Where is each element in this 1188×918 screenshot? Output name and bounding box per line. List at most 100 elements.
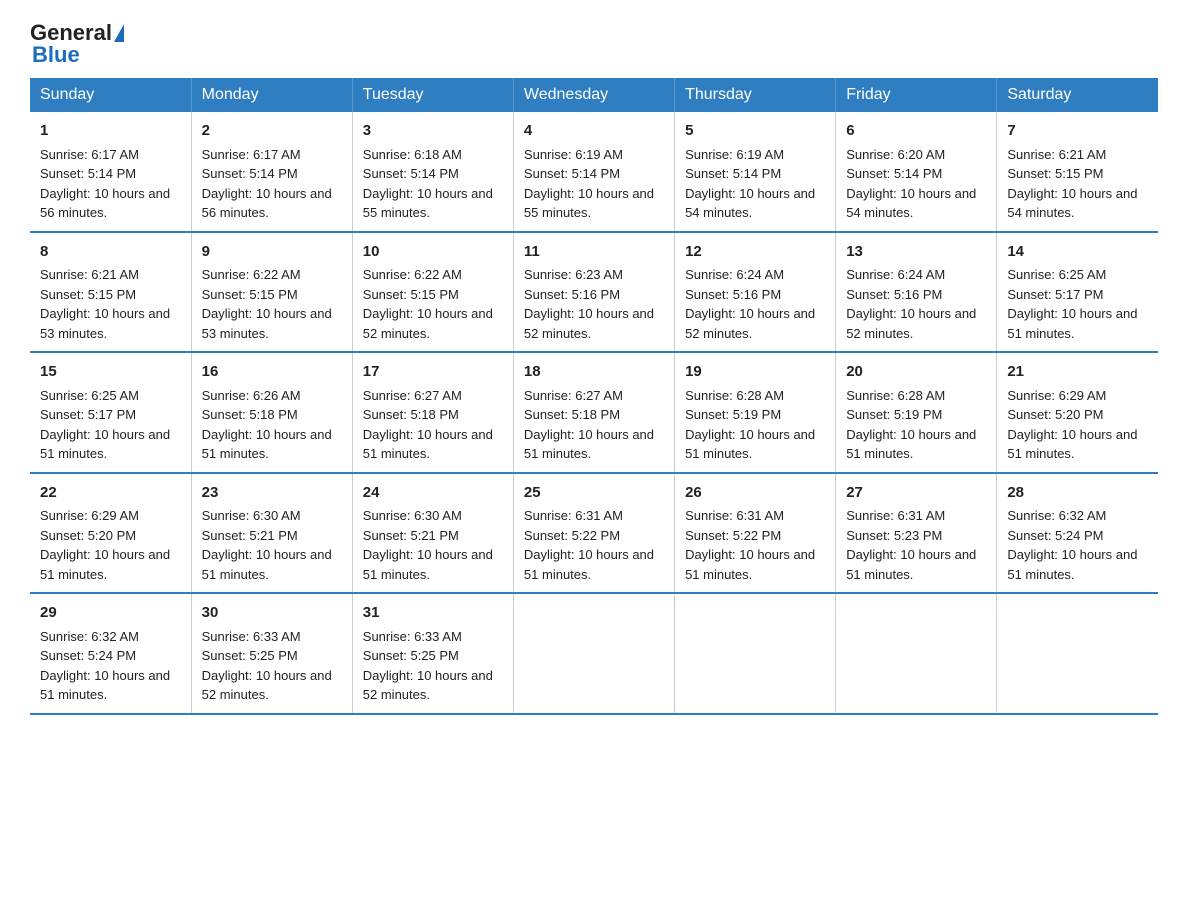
day-info: Sunrise: 6:30 AMSunset: 5:21 PMDaylight:… [363,508,493,582]
day-number: 14 [1007,241,1148,264]
day-number: 6 [846,120,986,143]
day-info: Sunrise: 6:21 AMSunset: 5:15 PMDaylight:… [1007,147,1137,221]
day-info: Sunrise: 6:29 AMSunset: 5:20 PMDaylight:… [40,508,170,582]
day-number: 12 [685,241,825,264]
calendar-day-cell: 31 Sunrise: 6:33 AMSunset: 5:25 PMDaylig… [352,593,513,714]
day-info: Sunrise: 6:20 AMSunset: 5:14 PMDaylight:… [846,147,976,221]
day-number: 25 [524,482,664,505]
day-info: Sunrise: 6:31 AMSunset: 5:23 PMDaylight:… [846,508,976,582]
calendar-day-cell [675,593,836,714]
weekday-header-thursday: Thursday [675,78,836,112]
day-number: 21 [1007,361,1148,384]
calendar-week-row: 1 Sunrise: 6:17 AMSunset: 5:14 PMDayligh… [30,112,1158,232]
calendar-day-cell: 19 Sunrise: 6:28 AMSunset: 5:19 PMDaylig… [675,352,836,473]
logo-triangle-icon [114,24,124,42]
calendar-week-row: 15 Sunrise: 6:25 AMSunset: 5:17 PMDaylig… [30,352,1158,473]
calendar-table: SundayMondayTuesdayWednesdayThursdayFrid… [30,78,1158,715]
calendar-day-cell: 20 Sunrise: 6:28 AMSunset: 5:19 PMDaylig… [836,352,997,473]
day-info: Sunrise: 6:24 AMSunset: 5:16 PMDaylight:… [685,267,815,341]
day-number: 30 [202,602,342,625]
day-number: 31 [363,602,503,625]
day-number: 16 [202,361,342,384]
weekday-header-sunday: Sunday [30,78,191,112]
day-info: Sunrise: 6:25 AMSunset: 5:17 PMDaylight:… [40,388,170,462]
weekday-header-row: SundayMondayTuesdayWednesdayThursdayFrid… [30,78,1158,112]
day-info: Sunrise: 6:26 AMSunset: 5:18 PMDaylight:… [202,388,332,462]
calendar-day-cell: 21 Sunrise: 6:29 AMSunset: 5:20 PMDaylig… [997,352,1158,473]
calendar-week-row: 8 Sunrise: 6:21 AMSunset: 5:15 PMDayligh… [30,232,1158,353]
day-number: 28 [1007,482,1148,505]
day-number: 22 [40,482,181,505]
day-info: Sunrise: 6:23 AMSunset: 5:16 PMDaylight:… [524,267,654,341]
day-info: Sunrise: 6:28 AMSunset: 5:19 PMDaylight:… [846,388,976,462]
calendar-day-cell: 5 Sunrise: 6:19 AMSunset: 5:14 PMDayligh… [675,112,836,232]
calendar-day-cell: 18 Sunrise: 6:27 AMSunset: 5:18 PMDaylig… [513,352,674,473]
day-number: 2 [202,120,342,143]
calendar-day-cell: 15 Sunrise: 6:25 AMSunset: 5:17 PMDaylig… [30,352,191,473]
calendar-day-cell [836,593,997,714]
day-number: 5 [685,120,825,143]
weekday-header-tuesday: Tuesday [352,78,513,112]
day-info: Sunrise: 6:28 AMSunset: 5:19 PMDaylight:… [685,388,815,462]
calendar-day-cell: 28 Sunrise: 6:32 AMSunset: 5:24 PMDaylig… [997,473,1158,594]
day-number: 9 [202,241,342,264]
calendar-day-cell: 25 Sunrise: 6:31 AMSunset: 5:22 PMDaylig… [513,473,674,594]
day-number: 24 [363,482,503,505]
day-info: Sunrise: 6:22 AMSunset: 5:15 PMDaylight:… [363,267,493,341]
day-info: Sunrise: 6:17 AMSunset: 5:14 PMDaylight:… [202,147,332,221]
weekday-header-wednesday: Wednesday [513,78,674,112]
weekday-header-friday: Friday [836,78,997,112]
day-number: 8 [40,241,181,264]
day-info: Sunrise: 6:25 AMSunset: 5:17 PMDaylight:… [1007,267,1137,341]
day-number: 19 [685,361,825,384]
weekday-header-saturday: Saturday [997,78,1158,112]
day-info: Sunrise: 6:17 AMSunset: 5:14 PMDaylight:… [40,147,170,221]
calendar-week-row: 29 Sunrise: 6:32 AMSunset: 5:24 PMDaylig… [30,593,1158,714]
page-header: General Blue [30,20,1158,68]
logo-blue-text: Blue [30,42,80,68]
day-number: 27 [846,482,986,505]
day-info: Sunrise: 6:33 AMSunset: 5:25 PMDaylight:… [202,629,332,703]
calendar-day-cell: 2 Sunrise: 6:17 AMSunset: 5:14 PMDayligh… [191,112,352,232]
calendar-day-cell [997,593,1158,714]
day-number: 7 [1007,120,1148,143]
day-number: 13 [846,241,986,264]
day-number: 4 [524,120,664,143]
day-number: 11 [524,241,664,264]
calendar-day-cell: 17 Sunrise: 6:27 AMSunset: 5:18 PMDaylig… [352,352,513,473]
day-number: 23 [202,482,342,505]
calendar-day-cell: 16 Sunrise: 6:26 AMSunset: 5:18 PMDaylig… [191,352,352,473]
calendar-day-cell: 27 Sunrise: 6:31 AMSunset: 5:23 PMDaylig… [836,473,997,594]
day-info: Sunrise: 6:27 AMSunset: 5:18 PMDaylight:… [524,388,654,462]
calendar-day-cell: 10 Sunrise: 6:22 AMSunset: 5:15 PMDaylig… [352,232,513,353]
calendar-day-cell: 30 Sunrise: 6:33 AMSunset: 5:25 PMDaylig… [191,593,352,714]
calendar-day-cell: 26 Sunrise: 6:31 AMSunset: 5:22 PMDaylig… [675,473,836,594]
day-info: Sunrise: 6:18 AMSunset: 5:14 PMDaylight:… [363,147,493,221]
weekday-header-monday: Monday [191,78,352,112]
logo: General Blue [30,20,124,68]
calendar-day-cell: 4 Sunrise: 6:19 AMSunset: 5:14 PMDayligh… [513,112,674,232]
day-info: Sunrise: 6:31 AMSunset: 5:22 PMDaylight:… [685,508,815,582]
calendar-day-cell: 8 Sunrise: 6:21 AMSunset: 5:15 PMDayligh… [30,232,191,353]
day-number: 26 [685,482,825,505]
day-number: 1 [40,120,181,143]
day-number: 15 [40,361,181,384]
calendar-day-cell: 24 Sunrise: 6:30 AMSunset: 5:21 PMDaylig… [352,473,513,594]
day-info: Sunrise: 6:32 AMSunset: 5:24 PMDaylight:… [1007,508,1137,582]
day-info: Sunrise: 6:31 AMSunset: 5:22 PMDaylight:… [524,508,654,582]
day-number: 10 [363,241,503,264]
day-info: Sunrise: 6:19 AMSunset: 5:14 PMDaylight:… [524,147,654,221]
day-info: Sunrise: 6:27 AMSunset: 5:18 PMDaylight:… [363,388,493,462]
calendar-day-cell: 7 Sunrise: 6:21 AMSunset: 5:15 PMDayligh… [997,112,1158,232]
calendar-day-cell: 29 Sunrise: 6:32 AMSunset: 5:24 PMDaylig… [30,593,191,714]
day-number: 29 [40,602,181,625]
day-info: Sunrise: 6:21 AMSunset: 5:15 PMDaylight:… [40,267,170,341]
day-number: 18 [524,361,664,384]
calendar-day-cell: 6 Sunrise: 6:20 AMSunset: 5:14 PMDayligh… [836,112,997,232]
day-info: Sunrise: 6:32 AMSunset: 5:24 PMDaylight:… [40,629,170,703]
calendar-day-cell: 12 Sunrise: 6:24 AMSunset: 5:16 PMDaylig… [675,232,836,353]
day-number: 17 [363,361,503,384]
day-info: Sunrise: 6:19 AMSunset: 5:14 PMDaylight:… [685,147,815,221]
day-number: 20 [846,361,986,384]
day-info: Sunrise: 6:24 AMSunset: 5:16 PMDaylight:… [846,267,976,341]
